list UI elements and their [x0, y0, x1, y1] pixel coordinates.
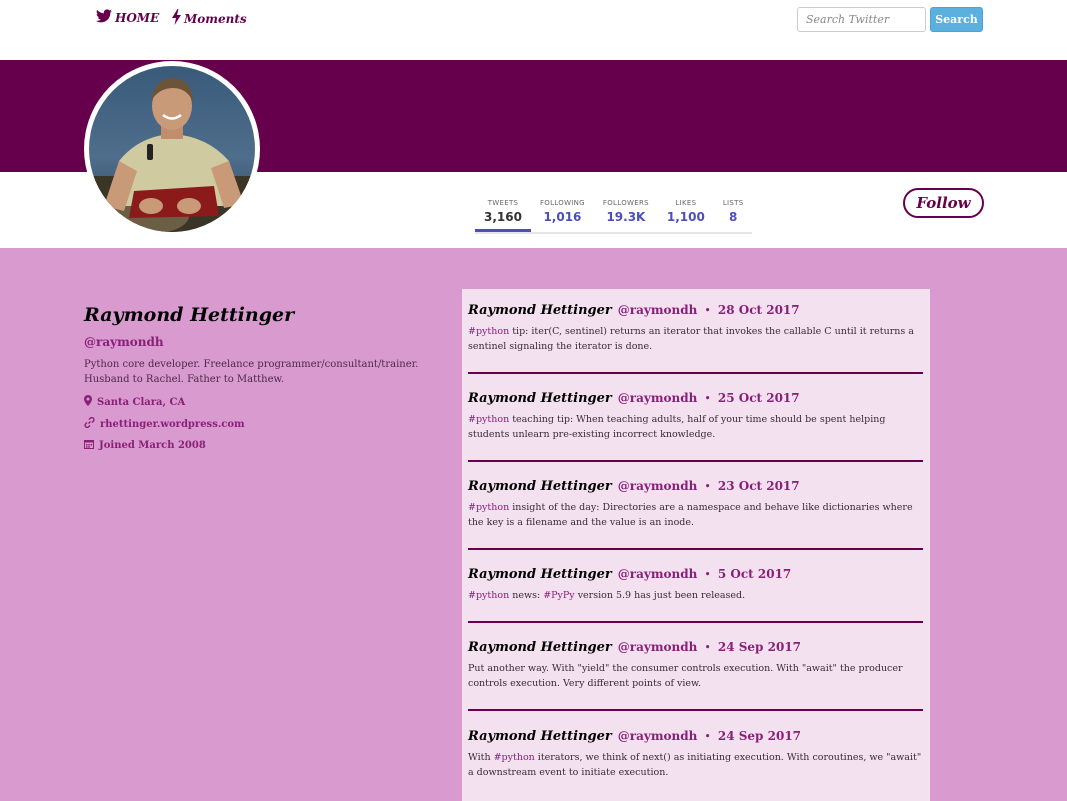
- profile-location: Santa Clara, CA: [84, 395, 450, 409]
- stat-following[interactable]: FOLLOWING 1,016: [531, 196, 594, 232]
- profile-handle[interactable]: @raymondh: [84, 335, 450, 349]
- tweet-author-handle[interactable]: @raymondh: [618, 567, 698, 581]
- hashtag-link[interactable]: #python: [468, 326, 509, 337]
- tweet-text: #python teaching tip: When teaching adul…: [468, 412, 923, 442]
- tweet-text: With #python iterators, we think of next…: [468, 750, 923, 780]
- nav-home-label: HOME: [115, 10, 160, 25]
- tweet-text-segment: teaching tip: When teaching adults, half…: [468, 414, 886, 440]
- follow-button[interactable]: Follow: [903, 188, 984, 218]
- hashtag-link[interactable]: #PyPy: [543, 590, 574, 601]
- stat-value: 8: [728, 210, 738, 224]
- tweet-author-handle[interactable]: @raymondh: [618, 303, 698, 317]
- stat-tweets[interactable]: TWEETS 3,160: [475, 196, 531, 232]
- stat-value: 1,100: [666, 210, 705, 224]
- tweet-divider: [468, 460, 923, 462]
- profile-stats: TWEETS 3,160 FOLLOWING 1,016 FOLLOWERS 1…: [475, 196, 753, 234]
- map-marker-icon: [84, 395, 92, 409]
- stat-label: FOLLOWING: [539, 199, 585, 207]
- separator-dot: •: [704, 480, 711, 493]
- tweet-author-handle[interactable]: @raymondh: [618, 729, 698, 743]
- separator-dot: •: [704, 730, 711, 743]
- tweet-author-name[interactable]: Raymond Hettinger: [468, 729, 612, 744]
- profile-website[interactable]: rhettinger.wordpress.com: [84, 416, 450, 431]
- stat-followers[interactable]: FOLLOWERS 19.3K: [594, 196, 658, 232]
- hashtag-link[interactable]: #python: [468, 590, 509, 601]
- stat-label: LISTS: [722, 199, 744, 207]
- tweet[interactable]: Raymond Hettinger @raymondh • 23 Oct 201…: [468, 479, 923, 530]
- hashtag-link[interactable]: #python: [468, 414, 509, 425]
- tweet-author-handle[interactable]: @raymondh: [618, 479, 698, 493]
- tweet-text: #python insight of the day: Directories …: [468, 500, 923, 530]
- profile-website-text: rhettinger.wordpress.com: [100, 418, 245, 430]
- tweet-text: #python news: #PyPy version 5.9 has just…: [468, 588, 923, 603]
- link-icon: [84, 416, 95, 431]
- hashtag-link[interactable]: #python: [494, 752, 535, 763]
- lightning-bolt-icon: [172, 9, 181, 28]
- separator-dot: •: [704, 392, 711, 405]
- profile-joined: Joined March 2008: [84, 439, 450, 452]
- tweet-divider: [468, 548, 923, 550]
- separator-dot: •: [704, 568, 711, 581]
- tweet[interactable]: Raymond Hettinger @raymondh • 24 Sep 201…: [468, 729, 923, 780]
- tweet-date[interactable]: 5 Oct 2017: [718, 567, 791, 581]
- stat-label: FOLLOWERS: [602, 199, 649, 207]
- separator-dot: •: [704, 641, 711, 654]
- stat-label: TWEETS: [487, 199, 519, 207]
- tweet-author-name[interactable]: Raymond Hettinger: [468, 640, 612, 655]
- tweet[interactable]: Raymond Hettinger @raymondh • 28 Oct 201…: [468, 303, 923, 354]
- tweet-author-name[interactable]: Raymond Hettinger: [468, 479, 612, 494]
- tweet-author-handle[interactable]: @raymondh: [618, 640, 698, 654]
- search-input[interactable]: [797, 7, 926, 32]
- tweet-feed: Raymond Hettinger @raymondh • 28 Oct 201…: [462, 289, 930, 801]
- profile-location-text: Santa Clara, CA: [97, 396, 186, 408]
- tweet-divider: [468, 709, 923, 711]
- tweet-divider: [468, 621, 923, 623]
- tweet-author-handle[interactable]: @raymondh: [618, 391, 698, 405]
- tweet-date[interactable]: 28 Oct 2017: [718, 303, 800, 317]
- tweet[interactable]: Raymond Hettinger @raymondh • 24 Sep 201…: [468, 640, 923, 691]
- tweet-divider: [468, 372, 923, 374]
- avatar-photo: [89, 66, 255, 232]
- tweet[interactable]: Raymond Hettinger @raymondh • 25 Oct 201…: [468, 391, 923, 442]
- calendar-icon: [84, 439, 94, 452]
- tweet-author-name[interactable]: Raymond Hettinger: [468, 567, 612, 582]
- profile-name: Raymond Hettinger: [84, 304, 295, 326]
- nav-home-link[interactable]: HOME: [96, 9, 159, 26]
- profile-description: Python core developer. Freelance program…: [84, 359, 419, 385]
- tweet-text-segment: tip: iter(C, sentinel) returns an iterat…: [468, 326, 914, 352]
- hashtag-link[interactable]: #python: [468, 502, 509, 513]
- tweet-date[interactable]: 25 Oct 2017: [718, 391, 800, 405]
- tweet-date[interactable]: 23 Oct 2017: [718, 479, 800, 493]
- avatar[interactable]: [84, 61, 260, 237]
- tweet-date[interactable]: 24 Sep 2017: [718, 729, 801, 743]
- tweet-text-segment: With: [468, 752, 494, 763]
- search-button[interactable]: Search: [930, 7, 983, 32]
- tweet-text: #python tip: iter(C, sentinel) returns a…: [468, 324, 923, 354]
- tweet-text-segment: Put another way. With "yield" the consum…: [468, 663, 903, 689]
- tweet-text-segment: iterators, we think of next() as initiat…: [468, 752, 922, 778]
- top-navigation: HOME Moments Search: [0, 0, 1067, 60]
- tweet-date[interactable]: 24 Sep 2017: [718, 640, 801, 654]
- tweet-text-segment: version 5.9 has just been released.: [574, 590, 746, 601]
- tweet-text: Put another way. With "yield" the consum…: [468, 661, 923, 691]
- tweet[interactable]: Raymond Hettinger @raymondh • 5 Oct 2017…: [468, 567, 923, 603]
- tweet-author-name[interactable]: Raymond Hettinger: [468, 303, 612, 318]
- stat-likes[interactable]: LIKES 1,100: [658, 196, 714, 232]
- profile-bio-card: Raymond Hettinger @raymondh Python core …: [84, 304, 450, 452]
- stat-label: LIKES: [675, 199, 697, 207]
- stat-value: 1,016: [543, 210, 582, 224]
- nav-moments-label: Moments: [184, 11, 247, 26]
- tweet-text-segment: insight of the day: Directories are a na…: [468, 502, 913, 528]
- twitter-bird-icon: [96, 9, 112, 26]
- nav-moments-link[interactable]: Moments: [172, 9, 247, 28]
- stat-lists[interactable]: LISTS 8: [714, 196, 753, 232]
- profile-joined-text: Joined March 2008: [99, 440, 206, 451]
- stat-value: 3,160: [484, 210, 522, 224]
- tweet-author-name[interactable]: Raymond Hettinger: [468, 391, 612, 406]
- tweet-text-segment: news:: [509, 590, 544, 601]
- stat-value: 19.3K: [606, 210, 646, 224]
- separator-dot: •: [704, 304, 711, 317]
